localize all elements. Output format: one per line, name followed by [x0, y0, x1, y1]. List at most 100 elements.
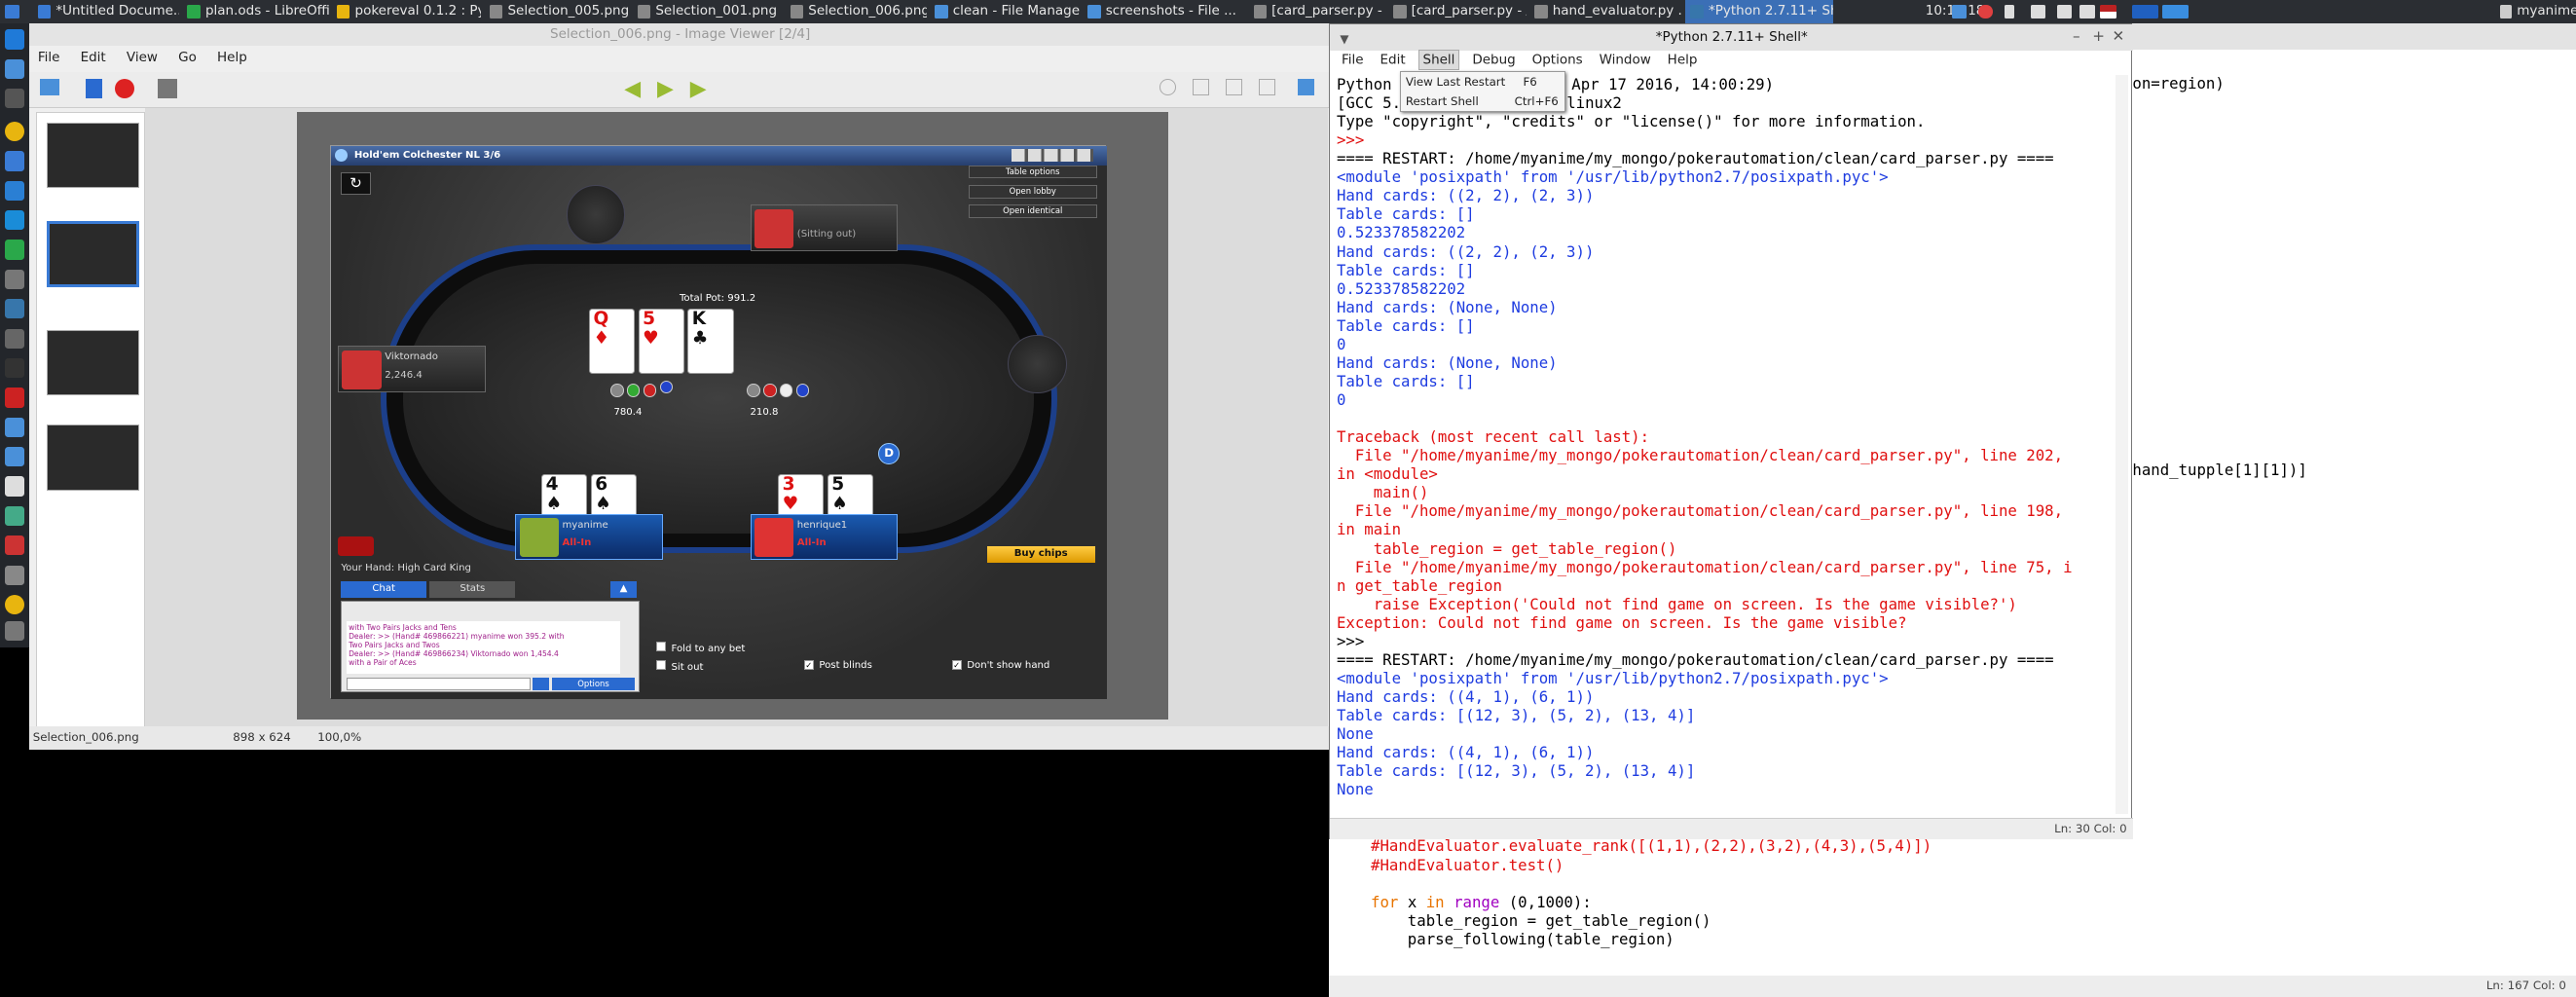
checkbox-row[interactable]: ✓ Don't show hand	[952, 659, 1049, 671]
maximize-icon[interactable]: +	[2092, 27, 2105, 45]
skype-icon[interactable]	[5, 210, 25, 231]
scrollbar[interactable]	[2115, 74, 2129, 815]
chrome-icon[interactable]	[5, 121, 25, 142]
menu-help[interactable]: Help	[217, 50, 247, 65]
python-icon[interactable]	[5, 299, 25, 319]
monitor-icon[interactable]	[5, 357, 25, 379]
shell-output[interactable]: Python Apr 17 2016, 14:00:29) [GCC 5. linu…	[1337, 75, 2125, 818]
menu-help[interactable]: Help	[1664, 51, 1701, 69]
edit-icon[interactable]	[158, 79, 178, 99]
checkbox-row[interactable]: Sit out	[656, 659, 703, 673]
refresh-icon[interactable]: ↻	[341, 171, 371, 196]
thumbnail-1[interactable]	[47, 122, 139, 189]
calc-icon[interactable]	[5, 240, 25, 260]
power-icon[interactable]	[5, 594, 25, 615]
taskbar-item[interactable]: hand_evaluator.py ...	[1529, 0, 1682, 23]
grid-icon[interactable]	[5, 328, 25, 349]
taskbar-item[interactable]: [card_parser.py - /...	[1249, 0, 1385, 23]
checkbox[interactable]	[656, 642, 667, 652]
menu-edit[interactable]: Edit	[81, 50, 106, 65]
menu-view[interactable]: View	[127, 50, 158, 65]
open-identical-button[interactable]: Open identical	[968, 204, 1097, 218]
taskbar-item[interactable]: Selection_006.png ...	[786, 0, 927, 23]
taskbar-item[interactable]: Selection_005.png ...	[485, 0, 629, 23]
taskbar-item[interactable]: *Untitled Docume...	[33, 0, 179, 23]
fit-icon[interactable]	[1225, 79, 1242, 95]
bluetooth-icon[interactable]	[2004, 5, 2014, 18]
tab-chat[interactable]: Chat	[341, 580, 427, 598]
settings-icon[interactable]	[5, 505, 25, 526]
thumbnail-2-selected[interactable]	[47, 221, 139, 287]
fullscreen-icon[interactable]	[1258, 79, 1275, 95]
document-icon[interactable]	[5, 447, 25, 467]
save-icon[interactable]	[85, 79, 102, 99]
folder-tray-icon[interactable]	[1951, 5, 1967, 18]
menu-item-view-last-restart[interactable]: View Last Restart F6	[1406, 72, 1564, 92]
wifi-icon[interactable]	[2030, 5, 2045, 18]
collapse-icon[interactable]: ▲	[610, 580, 638, 598]
menu-go[interactable]: Go	[178, 50, 197, 65]
taskbar-item[interactable]: Selection_001.png ...	[633, 0, 782, 23]
menu-window[interactable]: Window	[1596, 51, 1654, 69]
delete-icon[interactable]	[115, 79, 135, 99]
terminal-icon[interactable]	[5, 89, 25, 109]
workspace-2-icon[interactable]	[2161, 5, 2189, 18]
thunderbird-icon[interactable]	[5, 180, 25, 201]
tab-stats[interactable]: Stats	[429, 580, 516, 598]
menu-shell[interactable]: Shell	[1418, 49, 1459, 70]
menu-item-restart-shell[interactable]: Restart Shell Ctrl+F6	[1406, 92, 1564, 111]
chat-input[interactable]	[347, 677, 532, 691]
menu-options[interactable]: Options	[1528, 51, 1586, 69]
empty-seat-right[interactable]	[1008, 334, 1068, 394]
taskbar-item[interactable]: pokereval 0.1.2 : Py...	[332, 0, 481, 23]
zoom-in-icon[interactable]	[1159, 79, 1177, 95]
previous-icon[interactable]: ◀	[624, 79, 641, 100]
window-menu-icon[interactable]: ▼	[1340, 32, 1348, 46]
calendar-icon[interactable]	[5, 476, 25, 497]
battery-icon[interactable]	[2079, 5, 2095, 18]
next-icon[interactable]: ▶	[690, 79, 707, 100]
minimize-icon[interactable]: –	[2073, 27, 2080, 45]
kubuntu-menu-icon[interactable]	[5, 5, 20, 18]
taskbar-item[interactable]: *Python 2.7.11+ Sh...	[1685, 0, 1834, 23]
taskbar-item[interactable]: screenshots - File ...	[1083, 0, 1245, 23]
checkbox[interactable]: ✓	[804, 659, 815, 670]
send-icon[interactable]	[533, 677, 549, 691]
open-lobby-button[interactable]: Open lobby	[968, 185, 1097, 199]
editor-icon[interactable]	[5, 269, 25, 289]
rotate-icon[interactable]	[1298, 79, 1314, 95]
thumbnail-3[interactable]	[47, 329, 139, 395]
menu-debug[interactable]: Debug	[1469, 51, 1519, 69]
checkbox[interactable]: ✓	[952, 659, 963, 670]
play-icon[interactable]: ▶	[657, 79, 674, 100]
menu-file[interactable]: File	[38, 50, 60, 65]
menu-file[interactable]: File	[1339, 51, 1367, 69]
checkbox[interactable]	[656, 659, 667, 670]
checkbox-row[interactable]: ✓ Post blinds	[804, 659, 872, 671]
checkbox-row[interactable]: Fold to any bet	[656, 642, 745, 654]
volume-icon[interactable]	[2056, 5, 2072, 18]
us-flag-icon[interactable]	[2099, 5, 2116, 18]
zoom-out-icon[interactable]	[1193, 79, 1209, 95]
dice-icon[interactable]	[337, 536, 375, 557]
workspace-1-icon[interactable]	[2132, 5, 2159, 18]
table-options-button[interactable]: Table options	[968, 165, 1097, 179]
writer-icon[interactable]	[5, 151, 25, 171]
username[interactable]: myanime	[2517, 0, 2576, 23]
player-plate-viktornado[interactable]: Viktornado 2,246.4	[337, 346, 486, 392]
app-icon[interactable]	[5, 535, 25, 556]
taskbar-item[interactable]: clean - File Manager	[930, 0, 1080, 23]
files-icon[interactable]	[5, 58, 25, 79]
open-icon[interactable]	[39, 79, 59, 95]
close-icon[interactable]: ✕	[2112, 27, 2124, 45]
window-controls-icon[interactable]	[1011, 148, 1094, 163]
launcher-icon[interactable]	[5, 29, 25, 50]
disc-icon[interactable]	[5, 565, 25, 585]
empty-seat-top[interactable]	[566, 185, 626, 244]
thumbnail-4[interactable]	[47, 425, 139, 491]
search-icon[interactable]	[5, 417, 25, 437]
taskbar-item[interactable]: plan.ods - LibreOffi...	[182, 0, 329, 23]
menu-edit[interactable]: Edit	[1377, 51, 1409, 69]
taskbar-item[interactable]: [card_parser.py - /h...	[1388, 0, 1527, 23]
player-plate-sitting-out[interactable]: (Sitting out)	[750, 204, 899, 251]
